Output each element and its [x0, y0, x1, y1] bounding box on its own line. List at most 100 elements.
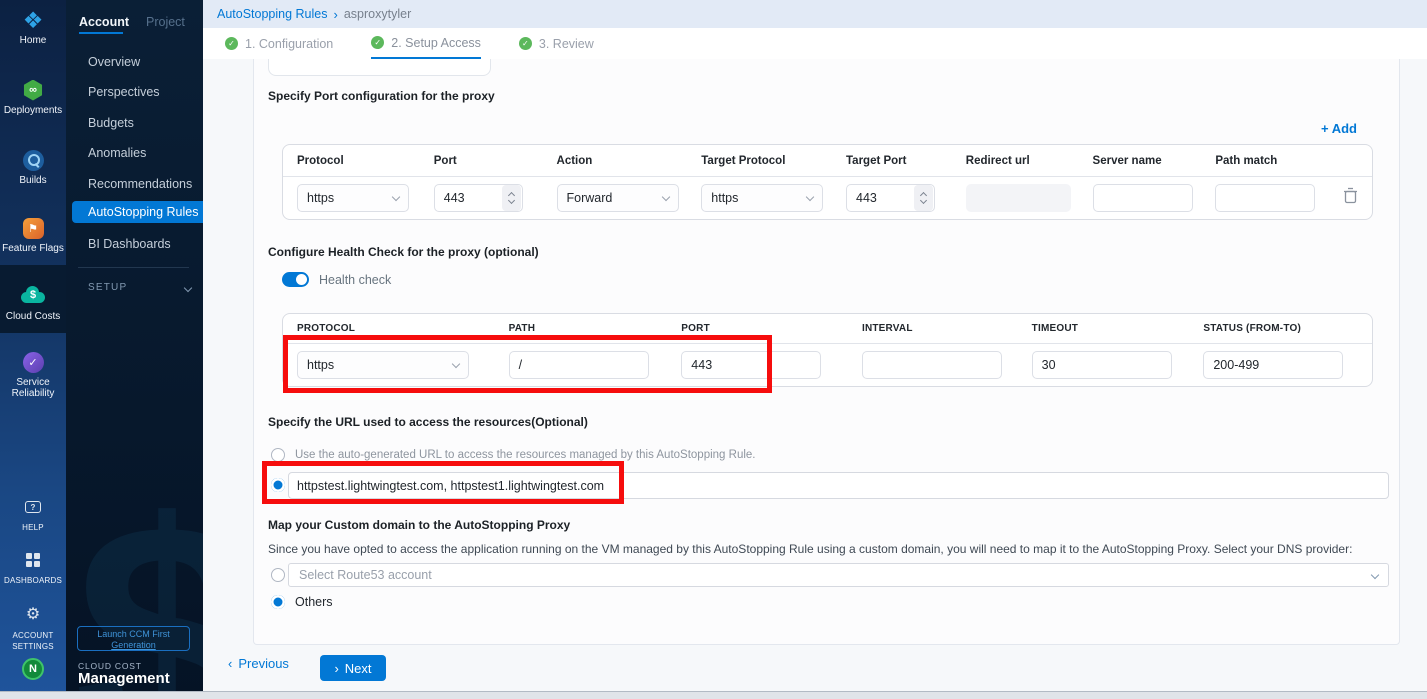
menu-item-perspectives[interactable]: Perspectives: [88, 85, 160, 99]
rail-item-profile[interactable]: N: [0, 658, 66, 680]
col-hc-status: STATUS (FROM-TO): [1189, 323, 1372, 334]
chevron-down-icon: [184, 283, 192, 291]
module-rail: ❖ Home ∞ Deployments Builds ⚑ Feature Fl…: [0, 0, 66, 699]
scrolled-element-bottom: [268, 59, 491, 76]
step-review[interactable]: ✓ 3. Review: [519, 28, 594, 59]
rail-item-dashboards[interactable]: DASHBOARDS: [0, 548, 66, 586]
next-button[interactable]: › Next: [320, 655, 386, 681]
route53-option-row: [271, 568, 285, 582]
route53-placeholder: Select Route53 account: [299, 568, 432, 582]
feature-flags-icon: ⚑: [23, 218, 44, 239]
rail-item-service-reliability[interactable]: ✓ Service Reliability: [0, 350, 66, 399]
port-stepper[interactable]: [502, 185, 521, 211]
main-content: AutoStopping Rules › asproxytyler ✓ 1. C…: [203, 0, 1427, 699]
service-reliability-icon: ✓: [23, 352, 44, 373]
rail-label-builds: Builds: [0, 175, 66, 186]
menu-item-autostopping-label: AutoStopping Rules: [88, 205, 199, 219]
deployments-icon: ∞: [23, 80, 44, 101]
dashboards-icon: [26, 553, 40, 567]
route53-radio[interactable]: [271, 568, 285, 582]
step-check-icon: ✓: [371, 36, 384, 49]
rail-label-cloud-costs: Cloud Costs: [0, 311, 66, 322]
previous-button[interactable]: ‹ Previous: [228, 656, 289, 671]
tab-active-underline: [79, 32, 123, 34]
rail-item-feature-flags[interactable]: ⚑ Feature Flags: [0, 216, 66, 254]
tab-project[interactable]: Project: [146, 15, 185, 29]
protocol-select[interactable]: https: [297, 184, 409, 212]
target-port-stepper[interactable]: [914, 185, 933, 211]
others-option-row: Others: [271, 595, 333, 609]
rail-label-dashboards: DASHBOARDS: [0, 575, 66, 586]
launch-line1: Launch CCM First: [97, 629, 170, 639]
step-check-icon: ✓: [519, 37, 532, 50]
setup-access-card: Specify Port configuration for the proxy…: [253, 59, 1400, 645]
menu-item-budgets[interactable]: Budgets: [88, 116, 134, 130]
hc-protocol-select[interactable]: https: [297, 351, 469, 379]
port-input[interactable]: 443: [434, 184, 523, 212]
others-radio[interactable]: [271, 595, 285, 609]
rail-label-feature-flags: Feature Flags: [0, 243, 66, 254]
action-select[interactable]: Forward: [557, 184, 679, 212]
port-value: 443: [435, 191, 502, 205]
rail-label-deployments: Deployments: [0, 105, 66, 116]
target-port-input[interactable]: 443: [846, 184, 935, 212]
health-check-table: PROTOCOL PATH PORT INTERVAL TIMEOUT STAT…: [282, 313, 1373, 387]
others-label: Others: [295, 595, 333, 609]
menu-item-recommendations[interactable]: Recommendations: [88, 177, 192, 191]
builds-icon: [23, 150, 44, 171]
launch-ccm-first-gen-button[interactable]: Launch CCM First Generation: [77, 626, 190, 651]
path-match-input[interactable]: [1215, 184, 1315, 212]
chevron-right-icon: ›: [334, 661, 338, 676]
step-setup-access-label: 2. Setup Access: [391, 36, 481, 50]
dns-section-title: Map your Custom domain to the AutoStoppi…: [268, 518, 570, 532]
launch-line2: Generation: [111, 640, 156, 650]
redirect-url-input[interactable]: [966, 184, 1071, 212]
breadcrumb-link-autostopping-rules[interactable]: AutoStopping Rules: [217, 7, 328, 21]
hc-path-input[interactable]: /: [509, 351, 649, 379]
health-check-header-row: PROTOCOL PATH PORT INTERVAL TIMEOUT STAT…: [283, 314, 1372, 344]
health-check-toggle[interactable]: [282, 272, 309, 287]
hc-port-input[interactable]: 443: [681, 351, 821, 379]
avatar[interactable]: N: [22, 658, 44, 680]
menu-item-bi-dashboards[interactable]: BI Dashboards: [88, 237, 171, 251]
col-target-protocol: Target Protocol: [687, 155, 832, 167]
chevron-down-icon: [806, 192, 814, 200]
rail-item-cloud-costs[interactable]: $ Cloud Costs: [0, 284, 66, 322]
chevron-down-icon: [392, 192, 400, 200]
auto-url-option-row: Use the auto-generated URL to access the…: [271, 448, 756, 462]
protocol-value: https: [307, 191, 334, 205]
auto-url-option-label: Use the auto-generated URL to access the…: [295, 449, 756, 461]
rail-item-home[interactable]: ❖ Home: [0, 8, 66, 46]
rail-label-home: Home: [0, 35, 66, 46]
menu-item-overview[interactable]: Overview: [88, 55, 140, 69]
server-name-input[interactable]: [1093, 184, 1193, 212]
custom-url-radio[interactable]: [271, 478, 285, 492]
rail-item-deployments[interactable]: ∞ Deployments: [0, 78, 66, 116]
hc-timeout-input[interactable]: 30: [1032, 351, 1172, 379]
target-protocol-select[interactable]: https: [701, 184, 823, 212]
health-check-toggle-row: Health check: [282, 272, 391, 287]
menu-item-anomalies[interactable]: Anomalies: [88, 146, 146, 160]
route53-account-select[interactable]: Select Route53 account: [288, 563, 1389, 587]
dollar-glyph: $: [19, 289, 47, 301]
step-configuration[interactable]: ✓ 1. Configuration: [225, 28, 333, 59]
rail-item-help[interactable]: ? HELP: [0, 495, 66, 533]
col-path-match: Path match: [1201, 155, 1335, 167]
custom-url-input[interactable]: httpstest.lightwingtest.com, httpstest1.…: [288, 472, 1389, 499]
hc-interval-input[interactable]: [862, 351, 1002, 379]
add-port-row-button[interactable]: + Add: [1321, 121, 1357, 136]
tab-account[interactable]: Account: [79, 15, 129, 29]
action-value: Forward: [567, 191, 613, 205]
hc-status-input[interactable]: 200-499: [1203, 351, 1343, 379]
step-setup-access[interactable]: ✓ 2. Setup Access: [371, 28, 481, 59]
rail-item-account-settings[interactable]: ⚙ ACCOUNT SETTINGS: [0, 603, 66, 652]
rail-item-builds[interactable]: Builds: [0, 148, 66, 186]
menu-setup-group[interactable]: SETUP: [88, 282, 191, 293]
dns-section-description: Since you have opted to access the appli…: [268, 542, 1352, 556]
col-protocol: Protocol: [283, 155, 420, 167]
step-check-icon: ✓: [225, 37, 238, 50]
delete-row-icon[interactable]: [1343, 187, 1358, 204]
step-configuration-label: 1. Configuration: [245, 37, 333, 51]
menu-item-autostopping-rules[interactable]: AutoStopping Rules: [72, 201, 203, 223]
auto-url-radio[interactable]: [271, 448, 285, 462]
